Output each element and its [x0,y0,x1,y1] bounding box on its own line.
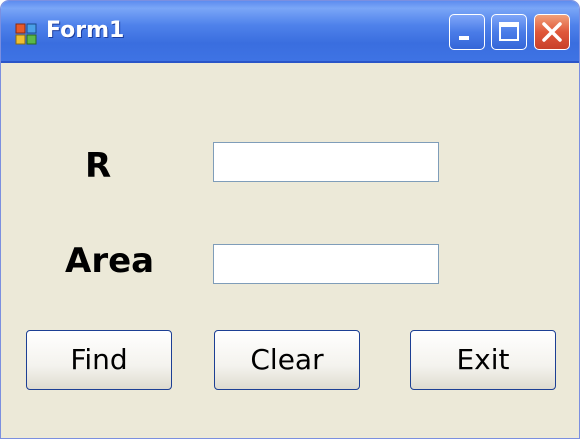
exit-button[interactable]: Exit [410,330,556,390]
r-input[interactable] [213,142,439,182]
clear-button[interactable]: Clear [214,330,360,390]
area-label: Area [65,241,155,281]
find-button[interactable]: Find [26,330,172,390]
maximize-icon [499,22,519,41]
form-window: Form1 R Area Find Clear Exit [0,0,580,439]
minimize-button[interactable] [449,14,485,50]
close-button[interactable] [534,14,570,50]
r-label: R [85,146,112,186]
close-icon [542,22,562,42]
minimize-icon [459,36,469,40]
maximize-button[interactable] [491,14,527,50]
title-bar[interactable]: Form1 [1,1,579,63]
form-app-icon [15,23,37,45]
window-title: Form1 [46,18,125,43]
area-input[interactable] [213,244,439,284]
